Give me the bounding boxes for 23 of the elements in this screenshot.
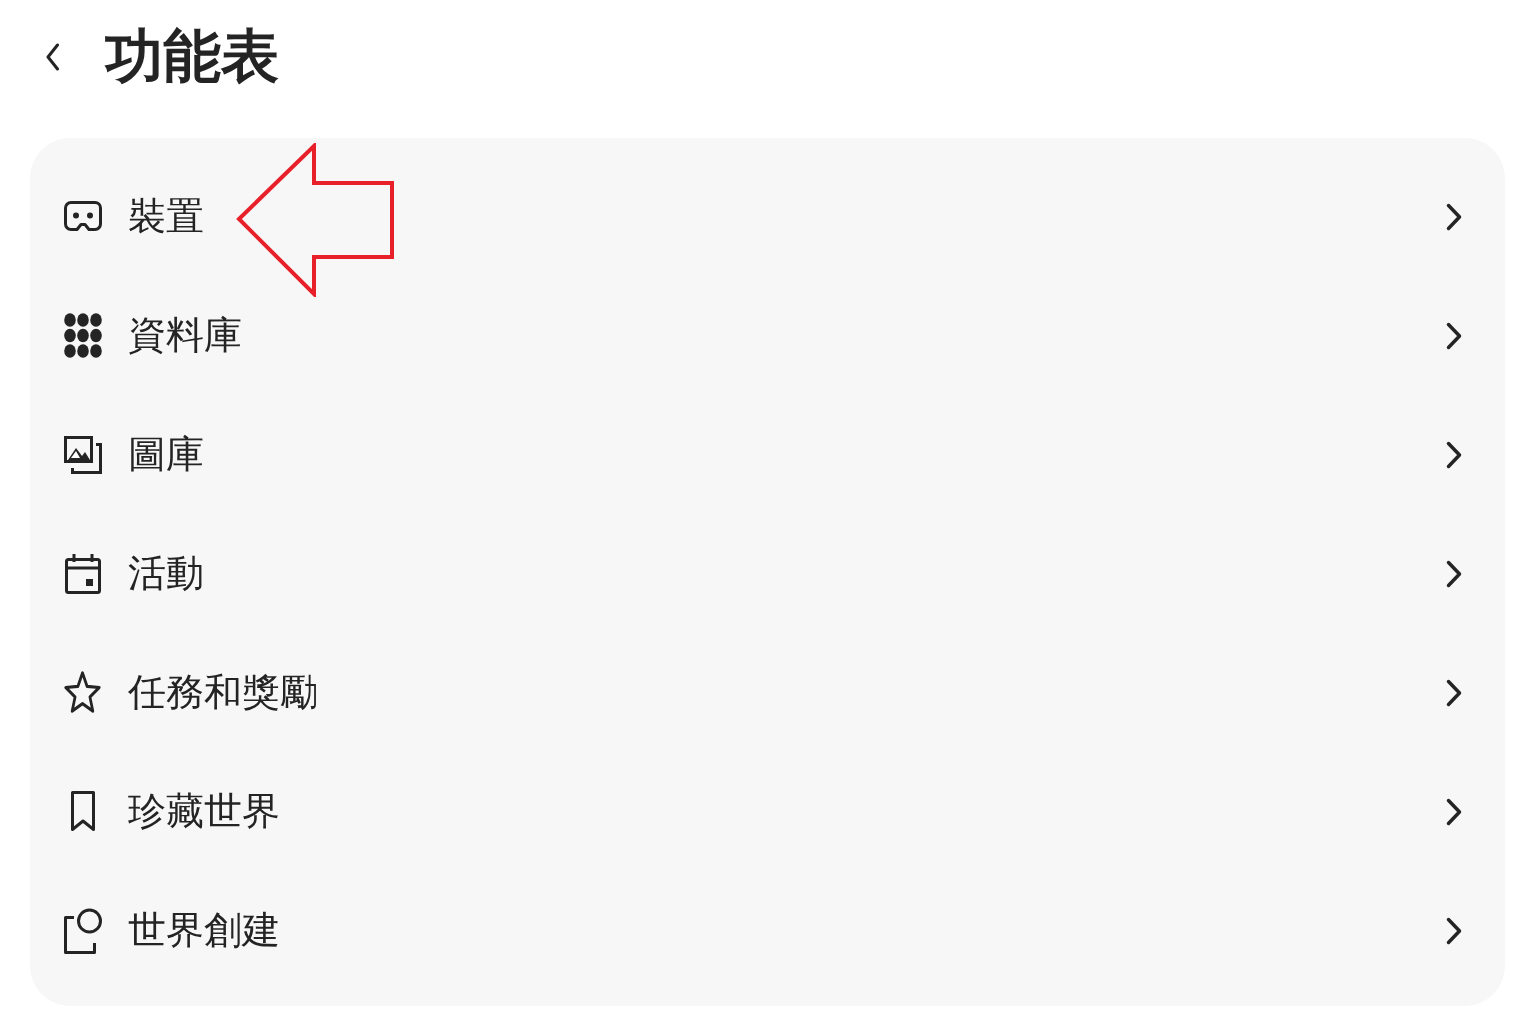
chevron-right-icon	[1446, 559, 1462, 588]
menu-item[interactable]: 珍藏世界	[30, 752, 1505, 871]
chevron-right-icon	[1446, 678, 1462, 707]
menu-item[interactable]: 世界創建	[30, 871, 1505, 990]
dot-grid-icon	[63, 313, 102, 358]
bracket-circle-icon	[63, 907, 102, 954]
chevron-left-icon	[45, 43, 60, 71]
chevron-right-icon	[1446, 321, 1462, 350]
chevron-right-icon	[1446, 202, 1462, 231]
calendar-icon	[64, 553, 101, 594]
bookmark-icon	[70, 791, 95, 832]
menu-item[interactable]: 裝置	[30, 157, 1505, 276]
chevron-right-icon	[1446, 916, 1462, 945]
menu-item[interactable]: 資料庫	[30, 276, 1505, 395]
menu-item[interactable]: 任務和獎勵	[30, 633, 1505, 752]
chevron-right-icon	[1446, 440, 1462, 469]
menu-item[interactable]: 圖庫	[30, 395, 1505, 514]
vr-headset-icon	[63, 201, 102, 232]
picture-stack-icon	[63, 435, 102, 474]
star-icon	[63, 669, 102, 716]
chevron-right-icon	[1446, 797, 1462, 826]
page-title: 功能表	[105, 25, 279, 89]
menu-item[interactable]: 活動	[30, 514, 1505, 633]
